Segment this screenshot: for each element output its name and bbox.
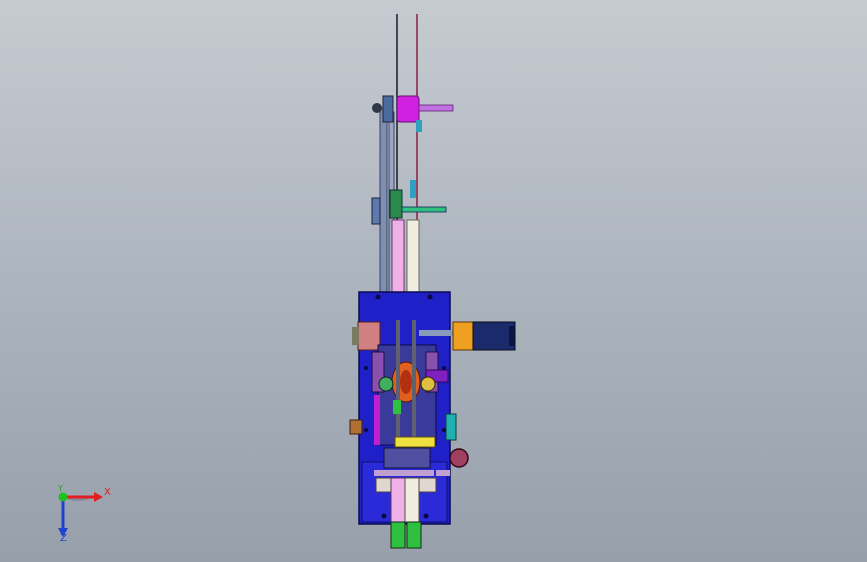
top-shaft [418,104,454,112]
motor-navy [472,321,516,351]
magenta-hub [396,95,420,123]
green-tab [393,400,401,414]
teal-fitting [445,413,457,441]
left-flange [352,327,359,345]
green-foot-left [390,521,406,549]
green-shaft [401,206,447,213]
top-gear [372,103,382,113]
yellow-bar [394,436,436,448]
upper-rail-left [379,107,388,294]
lower-bracket [383,447,431,469]
lower-pink-left [390,477,406,523]
triad-x-label: X [104,487,111,498]
mid-clip [410,180,416,198]
salmon-block [357,321,381,351]
bearing-right [420,376,436,392]
lower-strip-right [436,470,450,476]
green-foot-right [406,521,422,549]
lower-strip-left [374,470,434,476]
cad-viewport[interactable]: X Y Z [0,0,867,562]
left-plug [349,419,363,435]
motor-coupler [419,330,453,336]
pink-strip [391,219,405,301]
cream-strip [406,219,420,301]
top-clip [416,120,422,132]
top-bracket [382,95,394,123]
lower-cream-right [404,477,420,523]
triad-x-arrow [94,492,103,502]
magenta-arm [374,395,380,445]
triad-origin [58,492,68,502]
mid-gear [389,189,403,219]
mid-block [371,197,381,225]
motor-orange [452,321,474,351]
round-valve [449,448,469,468]
chain-left [396,320,400,440]
bearing-left [378,376,394,392]
triad-y-label: Y [58,484,63,493]
chain-right [412,320,416,440]
motor-endcap [509,326,515,346]
rotor-core [400,370,412,394]
triad-z-label: Z [60,533,67,544]
cad-assembly-model[interactable] [0,0,867,562]
